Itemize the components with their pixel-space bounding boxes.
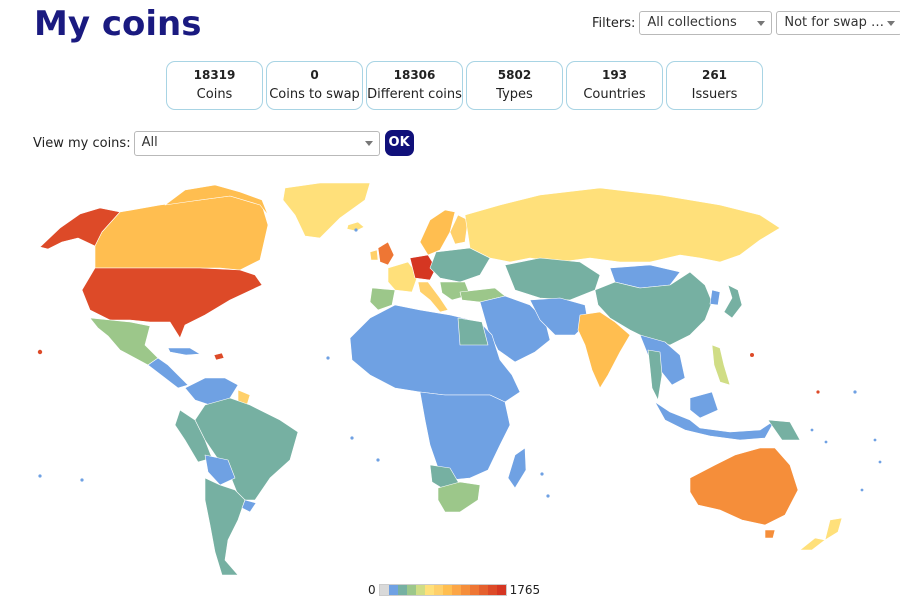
stat-label: Types [496, 87, 533, 102]
region-caribbean[interactable] [213, 352, 225, 361]
stat-different-coins[interactable]: 18306 Different coins [366, 61, 463, 110]
region-scandinavia[interactable] [419, 209, 456, 256]
region-central-america[interactable] [147, 357, 189, 389]
legend-swatch [415, 585, 425, 595]
legend-swatches [378, 584, 507, 596]
region-korea[interactable] [709, 289, 721, 306]
view-coins-select-value: All [141, 134, 158, 150]
region-thailand[interactable] [647, 349, 663, 401]
region-cuba[interactable] [167, 347, 201, 356]
stat-value: 5802 [497, 68, 532, 82]
stat-value: 18319 [193, 68, 236, 82]
region-australia[interactable] [689, 447, 799, 526]
page-title: My coins [34, 4, 202, 44]
region-south-africa[interactable] [437, 481, 481, 513]
stat-label: Issuers [691, 87, 738, 102]
stat-value: 193 [601, 68, 628, 82]
stats-row: 18319 Coins 0 Coins to swap 18306 Differ… [166, 61, 763, 110]
region-japan[interactable] [723, 284, 743, 319]
chevron-down-icon [364, 140, 373, 146]
legend-swatch [442, 585, 452, 595]
legend-min: 0 [368, 583, 376, 597]
legend-swatch [451, 585, 461, 595]
region-ireland[interactable] [369, 249, 379, 261]
view-coins-bar: View my coins: All OK [33, 130, 414, 156]
region-mexico[interactable] [89, 317, 159, 366]
stat-issuers[interactable]: 261 Issuers [666, 61, 763, 110]
filters-label: Filters: [592, 15, 636, 31]
region-uruguay[interactable] [241, 499, 257, 513]
region-russia[interactable] [464, 187, 781, 263]
stat-types[interactable]: 5802 Types [466, 61, 563, 110]
region-papua[interactable] [767, 419, 801, 441]
stat-coins-to-swap[interactable]: 0 Coins to swap [266, 61, 363, 110]
legend-swatch [424, 585, 434, 595]
chevron-down-icon [757, 21, 766, 26]
legend-swatch [433, 585, 443, 595]
region-southeast-asia[interactable] [639, 334, 686, 386]
legend-swatch [406, 585, 416, 595]
region-tasmania[interactable] [764, 529, 776, 539]
stat-countries[interactable]: 193 Countries [566, 61, 663, 110]
legend-swatch [496, 585, 506, 595]
region-egypt[interactable] [457, 317, 489, 346]
legend-swatch [478, 585, 488, 595]
stat-label: Countries [583, 87, 646, 102]
legend-swatch [379, 585, 389, 595]
filters-bar: Filters: All collections Not for swap … [592, 11, 900, 35]
world-map [37, 182, 882, 576]
legend-swatch [388, 585, 398, 595]
stat-label: Different coins [367, 87, 462, 102]
chevron-down-icon [887, 21, 896, 26]
legend-swatch [460, 585, 470, 595]
view-coins-select[interactable]: All [133, 130, 380, 156]
region-madagascar[interactable] [507, 447, 527, 489]
stat-value: 18306 [393, 68, 436, 82]
swap-select-value: Not for swap … [784, 15, 885, 30]
region-borneo[interactable] [689, 391, 719, 419]
stat-label: Coins [196, 87, 233, 102]
ok-button[interactable]: OK [384, 130, 414, 156]
collections-select[interactable]: All collections [639, 11, 773, 35]
legend-swatch [487, 585, 497, 595]
legend-swatch [397, 585, 407, 595]
stat-value: 0 [310, 68, 319, 82]
region-new-zealand[interactable] [799, 517, 843, 551]
region-philippines[interactable] [711, 344, 731, 386]
swap-select[interactable]: Not for swap … [776, 11, 900, 35]
stat-coins[interactable]: 18319 Coins [166, 61, 263, 110]
view-coins-label: View my coins: [33, 135, 131, 151]
legend-max: 1765 [509, 583, 541, 597]
stat-label: Coins to swap [269, 87, 360, 102]
legend-swatch [469, 585, 479, 595]
collections-select-value: All collections [647, 15, 737, 30]
region-uk[interactable] [377, 241, 395, 266]
region-canada[interactable] [94, 195, 269, 271]
region-kazakhstan[interactable] [504, 257, 601, 301]
stat-value: 261 [701, 68, 728, 82]
color-legend: 0 1765 [368, 583, 540, 597]
